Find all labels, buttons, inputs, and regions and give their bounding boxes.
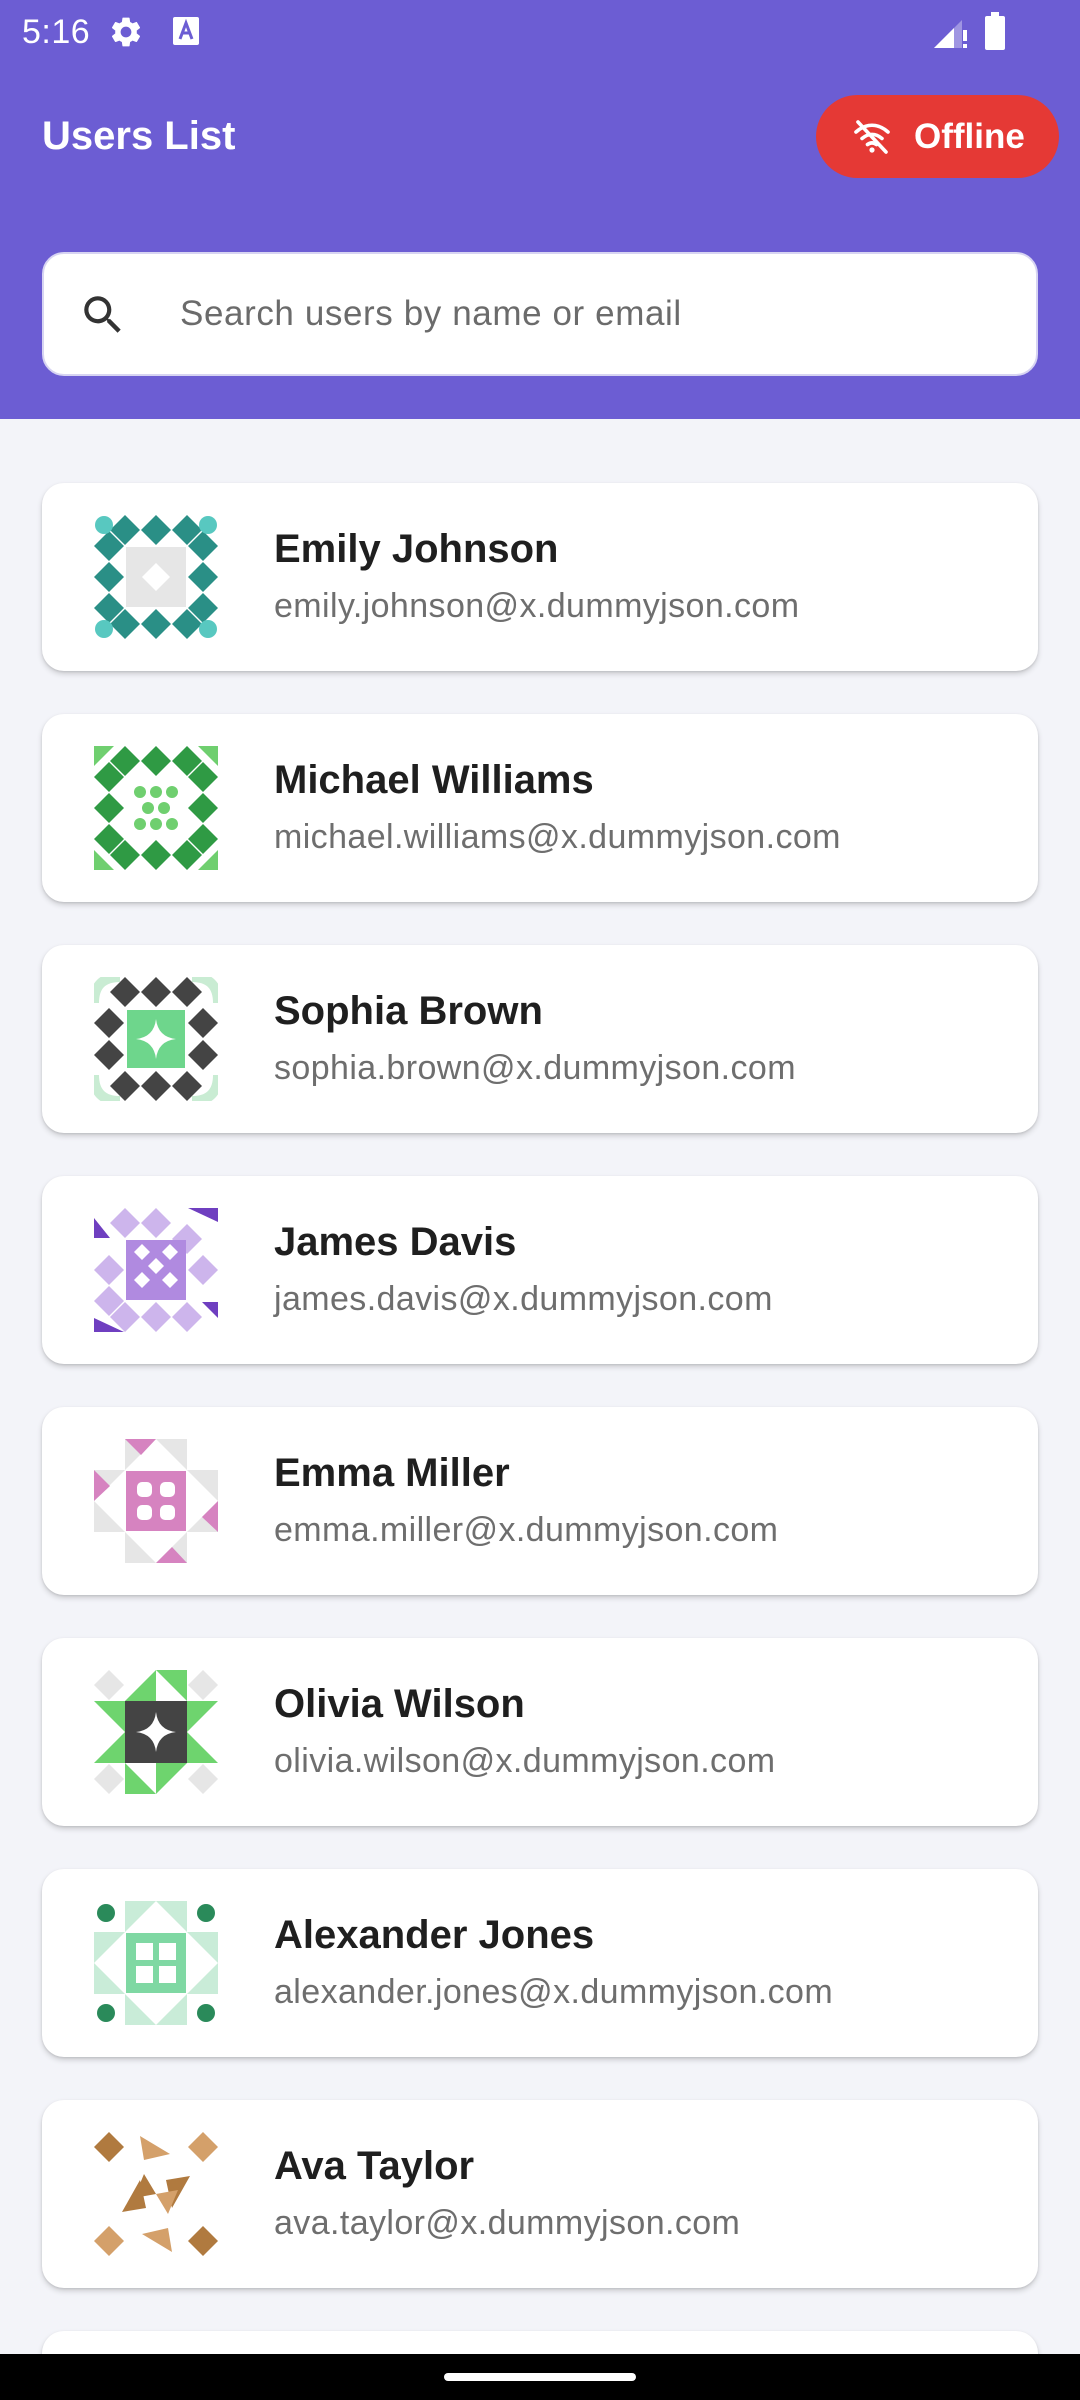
avatar	[94, 1670, 218, 1794]
status-time: 5:16	[22, 13, 91, 51]
status-bar: 5:16	[0, 0, 1080, 64]
avatar	[94, 1439, 218, 1563]
user-email: ava.taylor@x.dummyjson.com	[274, 2204, 741, 2242]
avatar	[94, 1208, 218, 1332]
user-card[interactable]: Emma Miller emma.miller@x.dummyjson.com	[42, 1407, 1038, 1595]
user-email: alexander.jones@x.dummyjson.com	[274, 1973, 834, 2011]
user-email: james.davis@x.dummyjson.com	[274, 1280, 773, 1318]
search-box[interactable]	[42, 252, 1038, 376]
user-email: emily.johnson@x.dummyjson.com	[274, 587, 800, 625]
signal-icon	[934, 20, 967, 48]
avatar	[94, 515, 218, 639]
search-icon	[84, 296, 121, 333]
avatar	[94, 746, 218, 870]
user-name: Emily Johnson	[274, 527, 559, 571]
user-email: emma.miller@x.dummyjson.com	[274, 1511, 779, 1549]
user-email: olivia.wilson@x.dummyjson.com	[274, 1742, 776, 1780]
navigation-bar	[0, 2354, 1080, 2400]
user-email: michael.williams@x.dummyjson.com	[274, 818, 841, 856]
user-card[interactable]: Michael Williams michael.williams@x.dumm…	[42, 714, 1038, 902]
user-card[interactable]: Ava Taylor ava.taylor@x.dummyjson.com	[42, 2100, 1038, 2288]
user-name: Michael Williams	[274, 758, 594, 802]
avatar	[94, 1901, 218, 2025]
user-list[interactable]: Emily Johnson emily.johnson@x.dummyjson.…	[0, 419, 1080, 2354]
user-card[interactable]: Olivia Wilson olivia.wilson@x.dummyjson.…	[42, 1638, 1038, 1826]
user-card[interactable]: James Davis james.davis@x.dummyjson.com	[42, 1176, 1038, 1364]
offline-status-badge[interactable]: Offline	[816, 95, 1059, 178]
wifi-off-icon	[854, 119, 890, 154]
battery-icon	[985, 12, 1005, 50]
user-name: Alexander Jones	[274, 1913, 595, 1957]
avatar	[94, 977, 218, 1101]
user-name: Olivia Wilson	[274, 1682, 525, 1726]
user-card[interactable]: Sophia Brown sophia.brown@x.dummyjson.co…	[42, 945, 1038, 1133]
page-title: Users List	[42, 114, 236, 158]
app-notification-icon	[173, 17, 199, 45]
offline-label: Offline	[914, 116, 1025, 156]
home-gesture-handle[interactable]	[444, 2373, 636, 2381]
user-name: Ava Taylor	[274, 2144, 475, 2188]
search-input[interactable]	[180, 274, 1000, 354]
user-name: Emma Miller	[274, 1451, 510, 1495]
user-name: James Davis	[274, 1220, 517, 1264]
avatar	[94, 2132, 218, 2256]
gear-icon	[111, 17, 141, 47]
user-card[interactable]: Emily Johnson emily.johnson@x.dummyjson.…	[42, 483, 1038, 671]
user-name: Sophia Brown	[274, 989, 543, 1033]
app-header: 5:16 Users List Offline Search users by …	[0, 0, 1080, 419]
user-email: sophia.brown@x.dummyjson.com	[274, 1049, 796, 1087]
user-card[interactable]: Alexander Jones alexander.jones@x.dummyj…	[42, 1869, 1038, 2057]
user-card-partial[interactable]	[42, 2331, 1038, 2354]
